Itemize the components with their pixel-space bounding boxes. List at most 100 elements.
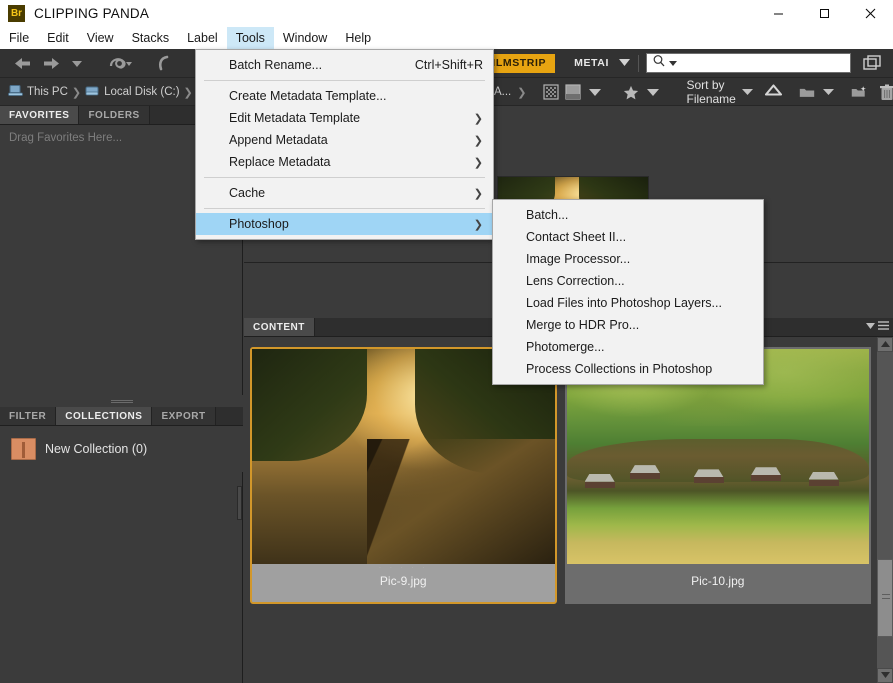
list-item-new-collection[interactable]: New Collection (0) bbox=[9, 433, 234, 465]
sort-by-label[interactable]: Sort by Filename bbox=[686, 78, 735, 106]
breadcrumb-label-local-disk: Local Disk (C:) bbox=[104, 86, 180, 98]
view-thumbnails-icon[interactable] bbox=[540, 80, 562, 104]
maximize-button[interactable] bbox=[801, 0, 847, 27]
menu-stacks[interactable]: Stacks bbox=[123, 27, 179, 49]
menu-item-label: Process Collections in Photoshop bbox=[526, 362, 713, 376]
rating-dots[interactable]: · · · · · bbox=[252, 563, 555, 572]
thumbnail-cell-pic10[interactable]: Pic-10.jpg bbox=[564, 347, 871, 604]
scrollbar-thumb[interactable] bbox=[877, 559, 893, 637]
open-folder-icon[interactable] bbox=[796, 80, 818, 104]
menu-item-label: Photoshop bbox=[229, 217, 289, 231]
new-folder-icon[interactable] bbox=[848, 80, 870, 104]
panel-menu-icon[interactable] bbox=[866, 320, 890, 331]
tab-filter[interactable]: FILTER bbox=[0, 407, 57, 425]
menu-item-image-processor[interactable]: Image Processor... bbox=[493, 248, 763, 270]
menu-view[interactable]: View bbox=[78, 27, 123, 49]
menu-item-batch[interactable]: Batch... bbox=[493, 204, 763, 226]
breadcrumb-item-local-disk[interactable]: Local Disk (C:) bbox=[85, 84, 180, 100]
delete-trash-icon[interactable] bbox=[876, 80, 893, 104]
menu-item-merge-to-hdr-pro[interactable]: Merge to HDR Pro... bbox=[493, 314, 763, 336]
thumbnail-cell-pic9[interactable]: · · · · · Pic-9.jpg bbox=[250, 347, 557, 604]
content-vertical-scrollbar[interactable] bbox=[877, 337, 893, 683]
hut-icon-4 bbox=[751, 467, 782, 482]
bridge-window: Br CLIPPING PANDA File Edit View Stacks … bbox=[0, 0, 893, 683]
filter-by-rating-star-icon[interactable] bbox=[620, 80, 642, 104]
thumbnail-caption-wrap: · · · · · Pic-9.jpg bbox=[252, 563, 555, 602]
toolbar-divider bbox=[638, 54, 639, 72]
scroll-up-arrow-icon[interactable] bbox=[877, 337, 893, 352]
breadcrumb-separator-icon-2: ❯ bbox=[183, 86, 193, 99]
search-input[interactable] bbox=[646, 53, 851, 73]
menu-item-process-collections[interactable]: Process Collections in Photoshop bbox=[493, 358, 763, 380]
menu-item-load-files-into-layers[interactable]: Load Files into Photoshop Layers... bbox=[493, 292, 763, 314]
hut-icon-2 bbox=[630, 465, 661, 480]
sort-ascending-icon[interactable] bbox=[764, 83, 782, 101]
menu-item-lens-correction[interactable]: Lens Correction... bbox=[493, 270, 763, 292]
menu-item-append-metadata[interactable]: Append Metadata ❯ bbox=[196, 129, 493, 151]
menu-file[interactable]: File bbox=[0, 27, 38, 49]
thumbnail-frame: · · · · · Pic-9.jpg bbox=[250, 347, 557, 604]
minimize-button[interactable] bbox=[755, 0, 801, 27]
menu-item-create-metadata-template[interactable]: Create Metadata Template... bbox=[196, 85, 493, 107]
title-bar: Br CLIPPING PANDA bbox=[0, 0, 893, 27]
tab-favorites[interactable]: FAVORITES bbox=[0, 106, 80, 124]
menu-item-label: Contact Sheet II... bbox=[526, 230, 627, 244]
menu-help[interactable]: Help bbox=[336, 27, 380, 49]
tab-export[interactable]: EXPORT bbox=[152, 407, 216, 425]
reveal-recent-file-icon[interactable] bbox=[104, 51, 136, 75]
menu-edit[interactable]: Edit bbox=[38, 27, 78, 49]
window-controls bbox=[755, 0, 893, 27]
drive-icon bbox=[85, 84, 100, 100]
submenu-arrow-icon: ❯ bbox=[473, 187, 483, 200]
thumbnail-frame-2: Pic-10.jpg bbox=[564, 347, 871, 604]
breadcrumb-item-this-pc[interactable]: This PC bbox=[8, 84, 68, 100]
forward-arrow-icon[interactable] bbox=[38, 51, 64, 75]
menu-item-label: Merge to HDR Pro... bbox=[526, 318, 640, 332]
compact-mode-icon[interactable] bbox=[860, 51, 885, 75]
rotate-counterclockwise-icon[interactable] bbox=[152, 51, 176, 75]
window-title: CLIPPING PANDA bbox=[34, 6, 150, 21]
workspace-tab-metadata[interactable]: METAI bbox=[565, 54, 618, 73]
tab-folders[interactable]: FOLDERS bbox=[79, 106, 150, 124]
back-arrow-icon[interactable] bbox=[10, 51, 36, 75]
panel-splitter[interactable] bbox=[0, 395, 243, 407]
menu-item-label: Cache bbox=[229, 186, 266, 200]
menu-item-label: Replace Metadata bbox=[229, 155, 331, 169]
tab-content[interactable]: CONTENT bbox=[244, 318, 315, 336]
view-details-icon[interactable] bbox=[562, 80, 584, 104]
workspace-chevron-down-icon[interactable] bbox=[618, 54, 631, 72]
menu-label[interactable]: Label bbox=[178, 27, 227, 49]
submenu-arrow-icon: ❯ bbox=[473, 112, 483, 125]
collections-panel-tabs: FILTER COLLECTIONS EXPORT bbox=[0, 407, 243, 426]
menu-item-edit-metadata-template[interactable]: Edit Metadata Template ❯ bbox=[196, 107, 493, 129]
recent-folders-dropdown-icon[interactable] bbox=[66, 51, 88, 75]
breadcrumb-separator-icon: ❯ bbox=[71, 86, 82, 99]
rating-chevron-icon[interactable] bbox=[642, 80, 664, 104]
menu-item-photomerge[interactable]: Photomerge... bbox=[493, 336, 763, 358]
menu-tools[interactable]: Tools bbox=[226, 27, 274, 49]
search-field[interactable] bbox=[679, 57, 849, 69]
app-logo-icon: Br bbox=[8, 5, 25, 22]
menu-item-batch-rename[interactable]: Batch Rename... Ctrl+Shift+R bbox=[196, 54, 493, 76]
folder-chevron-icon[interactable] bbox=[818, 80, 840, 104]
menu-window[interactable]: Window bbox=[274, 27, 336, 49]
menu-item-label: Append Metadata bbox=[229, 133, 328, 147]
view-mode-chevron-icon[interactable] bbox=[584, 80, 606, 104]
left-panel-resize-handle[interactable] bbox=[237, 486, 242, 520]
menu-item-cache[interactable]: Cache ❯ bbox=[196, 182, 493, 204]
menu-item-label: Load Files into Photoshop Layers... bbox=[526, 296, 722, 310]
menu-item-replace-metadata[interactable]: Replace Metadata ❯ bbox=[196, 151, 493, 173]
content-options-toolbar: A... ❯ Sort by Filename bbox=[490, 78, 893, 106]
hut-icon-3 bbox=[693, 469, 724, 484]
search-scope-chevron-icon[interactable] bbox=[669, 54, 677, 72]
nav-buttons bbox=[0, 51, 176, 75]
scroll-down-arrow-icon[interactable] bbox=[877, 668, 893, 683]
menu-item-photoshop[interactable]: Photoshop ❯ bbox=[196, 213, 493, 235]
tab-collections[interactable]: COLLECTIONS bbox=[56, 407, 153, 425]
sort-chevron-down-icon[interactable] bbox=[741, 83, 753, 101]
collection-label: New Collection (0) bbox=[45, 442, 148, 456]
menu-item-label: Create Metadata Template... bbox=[229, 89, 387, 103]
menu-item-label: Batch Rename... bbox=[229, 58, 323, 72]
menu-item-contact-sheet[interactable]: Contact Sheet II... bbox=[493, 226, 763, 248]
close-button[interactable] bbox=[847, 0, 893, 27]
